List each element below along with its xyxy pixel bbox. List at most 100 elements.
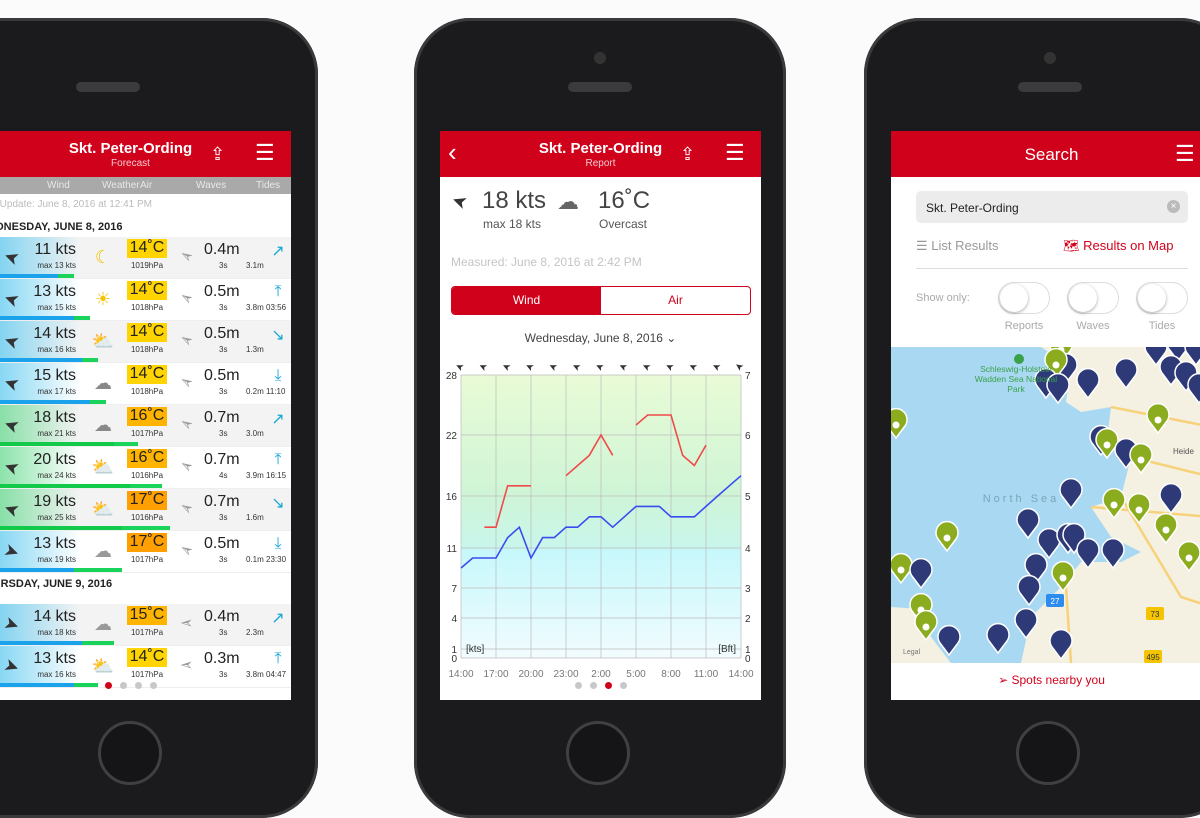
road-number: 73 [1151,610,1160,619]
wind-direction-icon: ➤ [477,360,489,374]
page-dot[interactable] [104,682,112,689]
map-results-button[interactable]: 🗺︎ Results on Map [1063,238,1173,254]
wave-height: 0.7m [204,409,240,426]
search-input[interactable]: Skt. Peter-Ording × [916,191,1188,223]
wind-speed: 13 kts [33,650,76,667]
wind-direction-icon: ➤ [710,360,722,374]
report-subtitle: Report [585,158,616,169]
wave-direction-icon: ➢ [176,496,198,519]
list-results-button[interactable]: ☰ List Results [916,238,998,254]
wave-period: 3s [219,429,228,438]
home-button[interactable] [566,721,630,785]
wind-bar [0,442,114,446]
wind-bar [0,400,90,404]
wave-direction-icon: ➢ [176,286,198,309]
wave-height: 0.5m [204,367,240,384]
results-map[interactable]: North Sea Heide Legal 27 73 495 [891,347,1200,663]
map-results-label: Results on Map [1083,238,1174,253]
forecast-row[interactable]: ➤ 14 kts max 16 kts ⛅ 14˚C 1018hPa ➢ 0.5… [0,321,291,363]
menu-icon[interactable]: ☰ [1175,143,1195,165]
tide-value: 0.2m 11:10 [246,387,286,396]
col-air: Air [140,180,153,191]
pin-dot [1162,526,1170,534]
share-icon[interactable]: ⇪ [680,143,695,165]
page-indicator[interactable] [0,676,291,694]
tab-wind[interactable]: Wind [452,287,601,314]
wind-speed: 14 kts [33,325,76,342]
chart-tabs: Wind Air [451,286,751,315]
wind-speed: 14 kts [33,608,76,625]
wave-height: 0.5m [204,283,240,300]
wave-direction-icon: ➢ [180,656,194,673]
rain-cloud-icon: ☁ [94,415,112,435]
menu-icon[interactable]: ☰ [255,142,275,164]
page-dot[interactable] [619,682,627,689]
show-only-label: Show only: [916,292,970,304]
toggle-reports[interactable] [998,282,1050,314]
wind-direction-icon: ➤ [448,189,470,214]
wind-max: max 15 kts [37,303,76,312]
speaker [568,82,632,92]
y-tick-left: 7 [451,584,457,595]
page-dot[interactable] [574,682,582,689]
forecast-row[interactable]: ➤ 20 kts max 24 kts ⛅ 16˚C 1016hPa ➢ 0.7… [0,447,291,489]
column-header: Wind Weather Air Waves Tides [0,177,291,194]
wind-direction-icon: ➤ [687,360,699,374]
toggle-waves[interactable] [1067,282,1119,314]
forecast-row[interactable]: ➤ 13 kts max 15 kts ☀ 14˚C 1018hPa ➢ 0.5… [0,279,291,321]
page-dot[interactable] [604,682,612,689]
pressure: 1018hPa [130,345,164,354]
home-button[interactable] [1016,721,1080,785]
forecast-row[interactable]: ➤ 14 kts max 18 kts ☁ 15˚C 1017hPa ➢ 0.4… [0,604,291,646]
page-dot[interactable] [589,682,597,689]
tide-low-icon: ⤓ [274,367,282,384]
gust-bar [58,274,74,278]
label-reports: Reports [1004,320,1044,332]
wave-direction-icon: ➢ [176,454,198,477]
wave-direction-icon: ➢ [180,614,194,631]
forecast-row[interactable]: ➤ 18 kts max 21 kts ☁ 16˚C 1017hPa ➢ 0.7… [0,405,291,447]
tab-air[interactable]: Air [601,287,750,314]
partly-sunny-icon: ⛅ [91,499,115,519]
page-indicator[interactable] [440,676,761,694]
search-title: Search [1024,145,1079,164]
wave-direction-icon: ➢ [176,412,198,435]
forecast-row[interactable]: ➤ 15 kts max 17 kts ☁ 14˚C 1018hPa ➢ 0.5… [0,363,291,405]
tide-value: 3.1m [246,261,264,270]
wind-max: max 17 kts [37,387,76,396]
wind-max: max 13 kts [37,261,76,270]
wind-speed: 18 kts [33,409,76,426]
tide-value: 3.8m 03:56 [246,303,287,312]
page-dot[interactable] [119,682,127,689]
toggle-tides[interactable] [1136,282,1188,314]
forecast-subtitle: Forecast [111,158,150,169]
wind-bar [0,568,74,572]
y-tick-right: 2 [745,614,751,625]
current-wind-max: max 18 kts [483,217,542,231]
gust-bar [130,484,162,488]
col-tides: Tides [256,180,281,191]
air-temp: 14˚C [127,281,167,300]
pin-dot [1110,501,1118,509]
forecast-row[interactable]: ➤ 13 kts max 19 kts ☁ 17˚C 1017hPa ➢ 0.5… [0,531,291,573]
menu-icon[interactable]: ☰ [725,142,745,164]
share-icon[interactable]: ⇪ [210,143,225,165]
col-waves: Waves [196,180,227,191]
wind-max: max 21 kts [37,429,76,438]
y-tick-left: 4 [451,614,457,625]
forecast-row[interactable]: ➤ 19 kts max 25 kts ⛅ 17˚C 1016hPa ➢ 0.7… [0,489,291,531]
page-dot[interactable] [134,682,142,689]
page-dot[interactable] [149,682,157,689]
clear-icon[interactable]: × [1167,200,1180,213]
home-button[interactable] [98,721,162,785]
spots-nearby-button[interactable]: ➢ Spots nearby you [891,673,1200,687]
wind-max: max 24 kts [37,471,76,480]
wind-speed: 11 kts [34,241,77,258]
forecast-row[interactable]: ➤ 11 kts max 13 kts ☾ 14˚C 1019hPa ➢ 0.4… [0,237,291,279]
pressure: 1017hPa [130,628,164,637]
air-temp: 14˚C [127,365,167,384]
list-icon: ☰ [916,238,928,253]
date-selector[interactable]: Wednesday, June 8, 2016 ⌄ [440,331,761,345]
wave-period: 4s [219,471,228,480]
wind-direction-icon: ➤ [524,360,536,374]
